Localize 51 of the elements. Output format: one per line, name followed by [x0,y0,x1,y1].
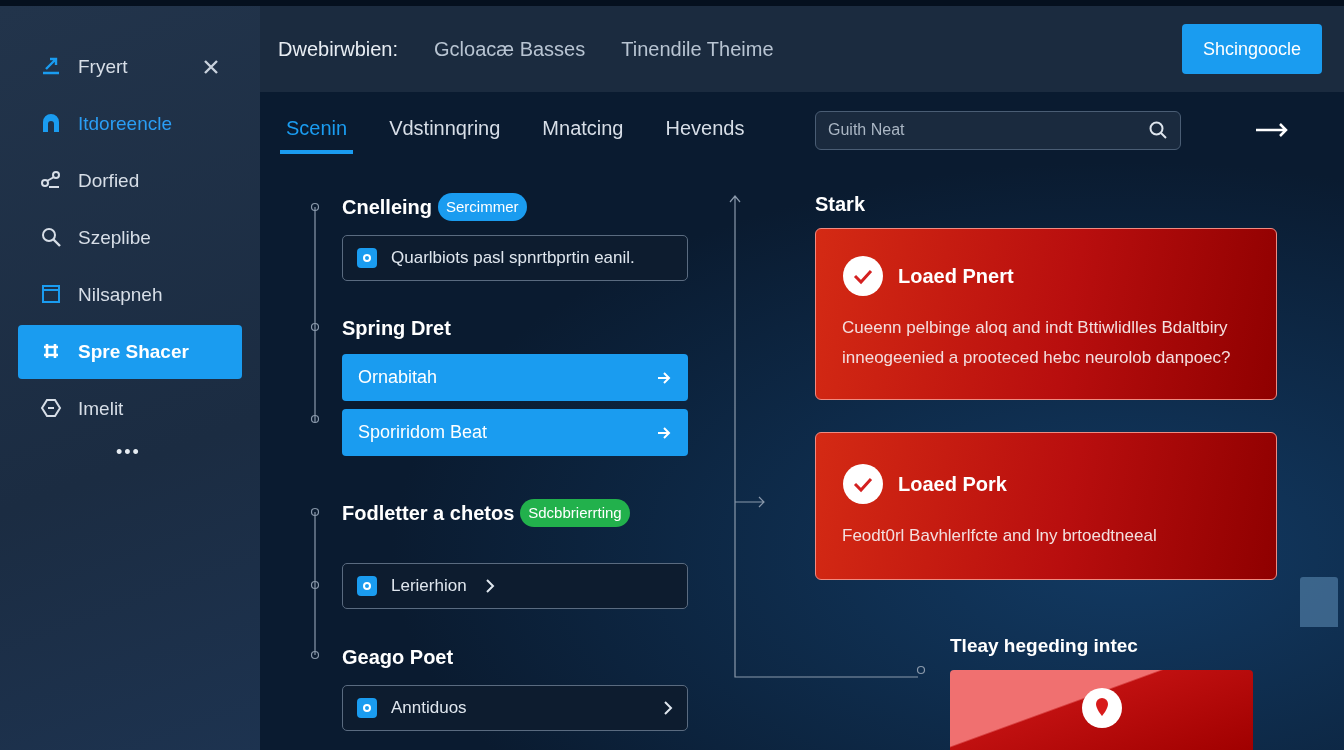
check-circle-icon [842,255,884,297]
arch-icon [40,112,62,134]
chevron-right-icon [484,578,495,594]
hexagon-icon [40,397,62,419]
status-badge: Sdcbbrierrting [520,499,630,527]
card-title: Loaed Pork [898,472,1007,497]
row-label: Quarlbiots pasl spnrtbprtin eanil. [391,247,635,270]
tab[interactable]: Hevends [659,106,751,154]
card-title: Loaed Pnert [898,264,1014,289]
row-label: Anntiduos [391,697,468,720]
section-heading: Cnelleing [342,195,432,220]
sidebar-item[interactable]: Nilsapneh [18,268,242,322]
arrow-right-icon[interactable] [1255,123,1289,137]
window-icon [40,283,62,305]
tab[interactable]: Mnatcing [536,106,630,154]
section-heading: Geago Poet [342,645,454,670]
search-input: Guith Neat [828,118,1148,142]
sidebar-item[interactable]: Fryert [18,40,242,94]
section-heading: Tleay hegeding intec [950,634,1138,658]
chevron-right-icon [663,700,673,716]
row-label: Lerierhion [391,575,467,598]
sidebar-item[interactable]: Itdoreencle [18,97,242,151]
tab[interactable]: Scenin [280,106,354,154]
more-button[interactable]: ••• [116,439,141,466]
sidebar-item[interactable]: Szeplibe [18,211,242,265]
breadcrumb-link[interactable]: Gcloacæ Basses [434,34,586,64]
arrow-right-icon [656,370,672,385]
status-badge: Sercimmer [438,193,527,221]
section-heading: Fodletter a chetos [342,501,515,526]
share-icon [40,169,62,191]
close-icon[interactable] [202,58,220,76]
card-text: Feodt0rl Bavhlerlfcte and lny brtoedtneeal [842,525,1158,547]
location-pin-icon [1081,688,1122,728]
list-row[interactable]: Lerierhion [342,563,688,609]
sidebar-item[interactable]: Imelit [18,382,242,436]
checkbox[interactable] [357,698,377,718]
tab[interactable]: Vdstinnqring [383,106,507,154]
search-icon [40,226,62,248]
list-row[interactable]: Anntiduos [342,685,688,731]
check-circle-icon [842,463,884,505]
card-text: Cueenn pelbinge aloq and indt Bttiwlidlles Bdaltbiry inneogeenied a prooteced hebc neurolob danpoec? [842,317,1232,369]
section-heading: Stark [815,192,867,216]
checkbox[interactable] [357,248,377,268]
section-heading: Spring Dret [342,316,451,341]
checkbox[interactable] [357,576,377,596]
search-icon [1148,120,1168,140]
sidebar-item[interactable]: Dorfied [18,154,242,208]
arrow-right-icon [656,425,672,440]
breadcrumb-link[interactable]: Tinendile Theime [621,34,774,64]
search-field[interactable]: Guith Neat [815,110,1181,150]
breadcrumb-label: Dwebirwbien: [278,37,399,62]
